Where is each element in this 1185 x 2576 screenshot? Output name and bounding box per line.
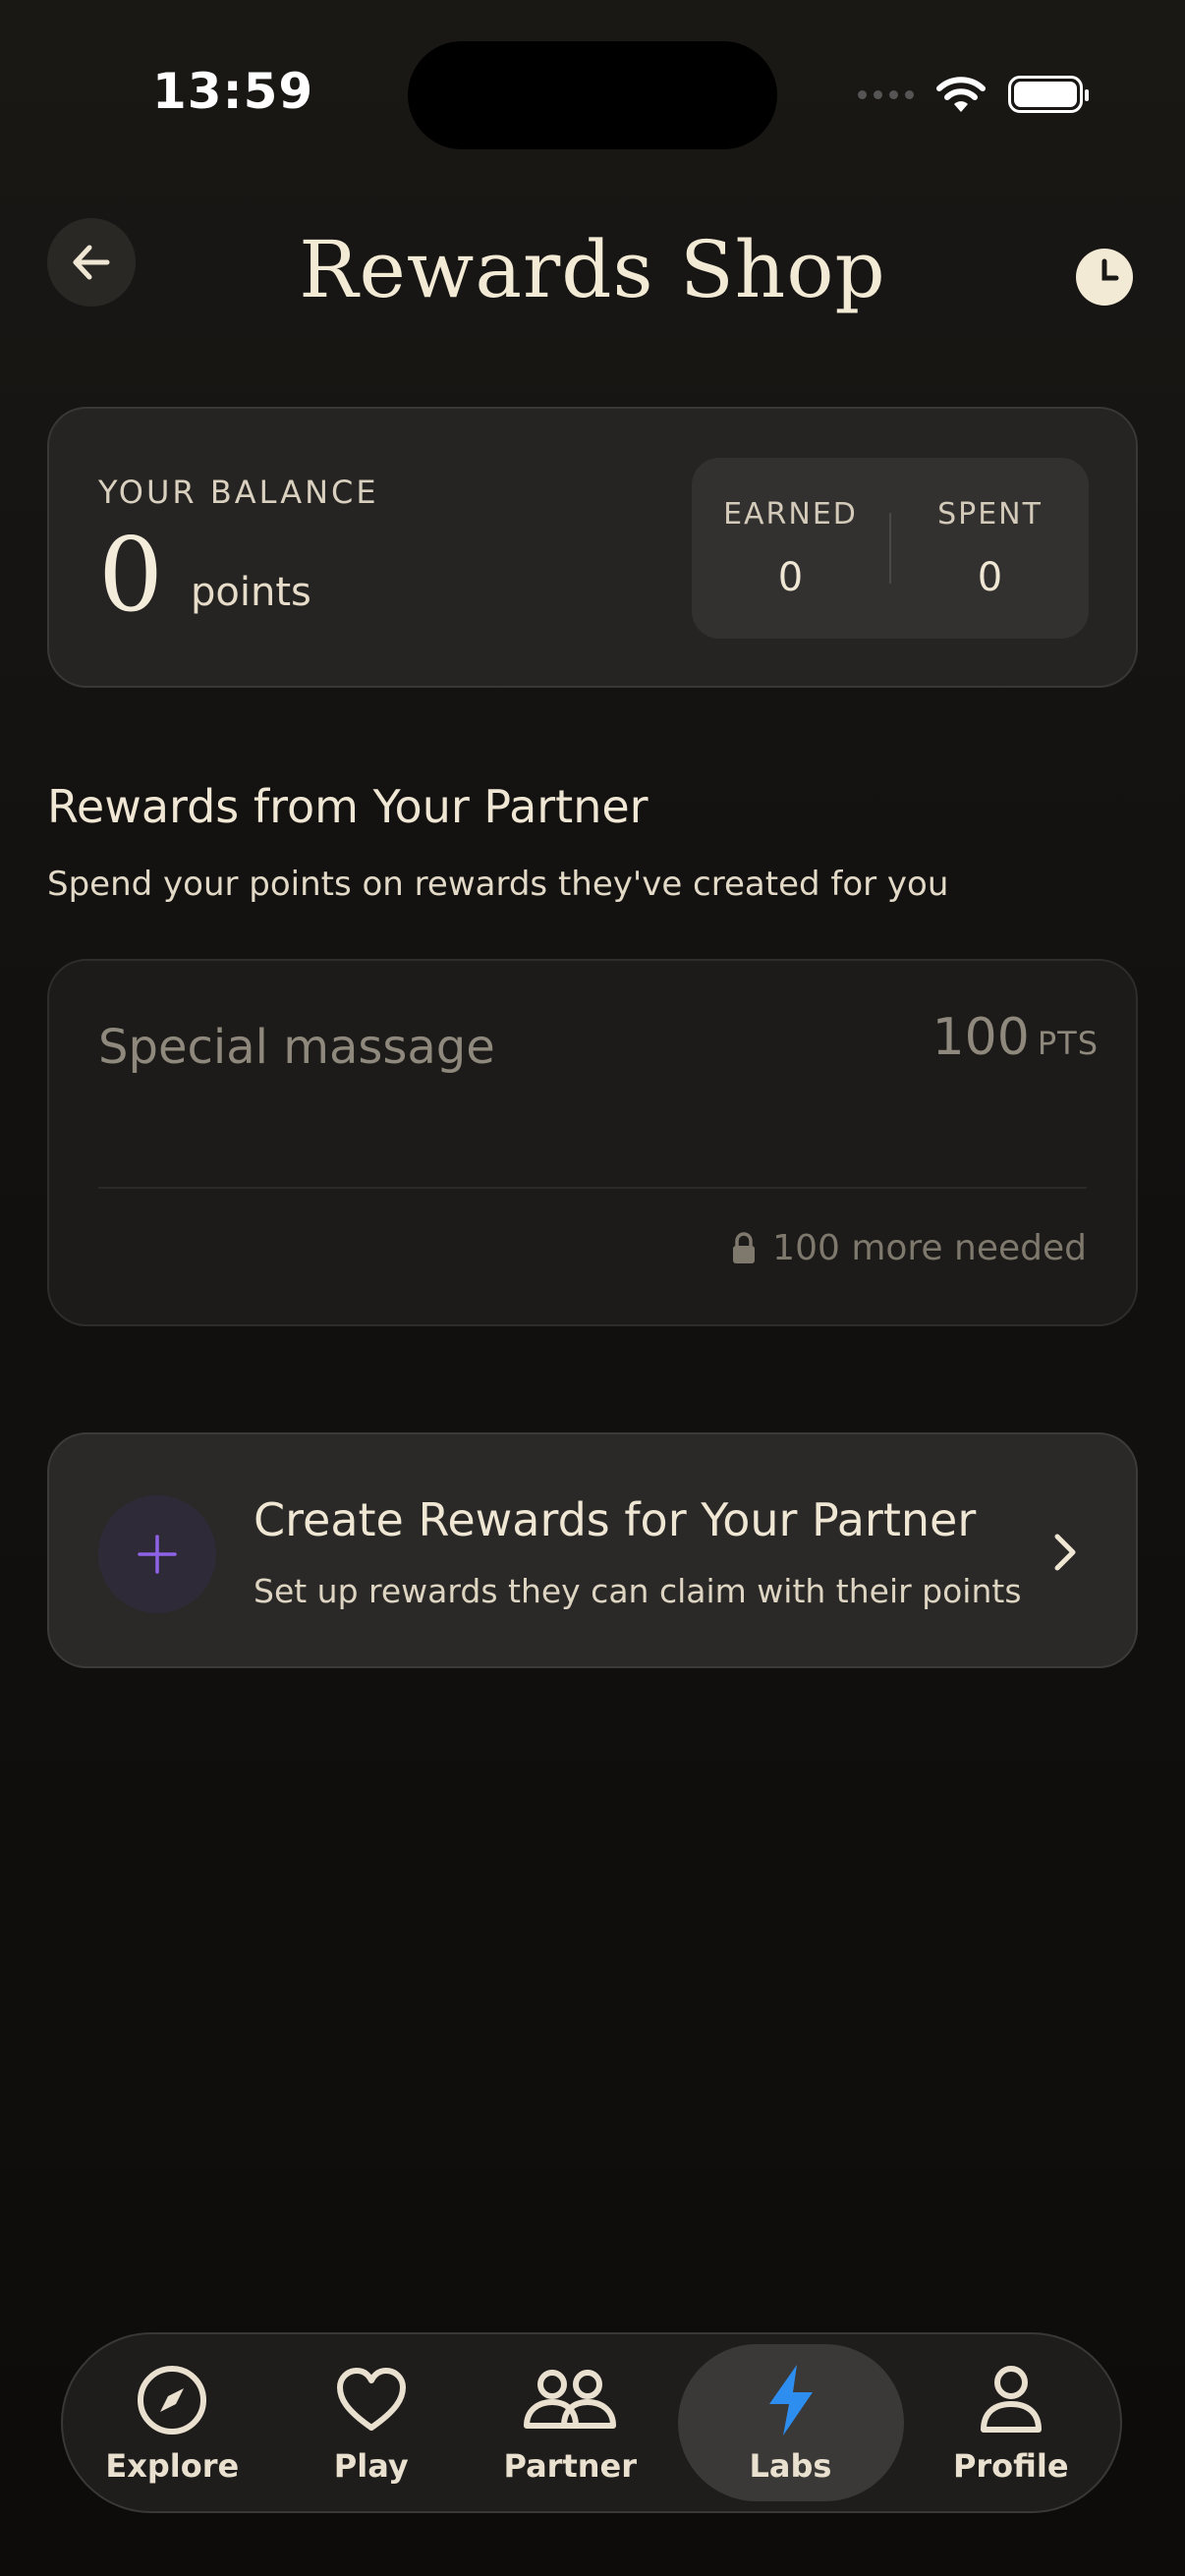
section-subtitle: Spend your points on rewards they've cre… — [47, 865, 949, 904]
cellular-signal-icon — [858, 89, 914, 99]
create-rewards-title: Create Rewards for Your Partner — [254, 1493, 977, 1546]
lightning-icon — [768, 2365, 813, 2436]
reward-card[interactable]: Special massage 100 PTS 100 more needed — [47, 959, 1138, 1326]
tab-label: Play — [333, 2447, 409, 2485]
balance-card: YOUR BALANCE 0 points EARNED 0 SPENT 0 — [47, 407, 1138, 688]
earned-value: 0 — [777, 554, 804, 600]
reward-status-text: 100 more needed — [772, 1228, 1087, 1268]
reward-points: 100 PTS — [932, 1008, 1099, 1067]
page-title: Rewards Shop — [299, 224, 886, 315]
chevron-right-icon — [1054, 1534, 1076, 1571]
lock-icon — [733, 1231, 756, 1263]
history-button[interactable] — [1075, 248, 1134, 307]
tab-label: Labs — [749, 2447, 832, 2485]
reward-status: 100 more needed — [731, 1228, 1087, 1268]
balance-stats: EARNED 0 SPENT 0 — [692, 458, 1089, 639]
wifi-icon — [936, 77, 986, 112]
tab-partner[interactable]: Partner — [471, 2344, 670, 2501]
spent-value: 0 — [977, 554, 1003, 600]
dynamic-island — [408, 41, 777, 149]
section-title: Rewards from Your Partner — [47, 780, 649, 833]
status-time: 13:59 — [152, 63, 314, 120]
compass-icon — [138, 2366, 207, 2435]
tab-profile[interactable]: Profile — [912, 2344, 1111, 2501]
balance-value: 0 — [98, 515, 164, 635]
balance-label: YOUR BALANCE — [98, 474, 379, 511]
plus-icon — [138, 1535, 177, 1574]
create-rewards-button[interactable]: Create Rewards for Your Partner Set up r… — [47, 1432, 1138, 1668]
screen: 13:59 Rewards Shop YOUR BALANCE 0 points… — [0, 0, 1185, 2576]
reward-points-unit: PTS — [1037, 1025, 1099, 1062]
plus-circle — [98, 1495, 216, 1613]
earned-label: EARNED — [723, 496, 858, 532]
status-icons — [858, 73, 1089, 116]
tab-label: Explore — [105, 2447, 240, 2485]
reward-points-value: 100 — [931, 1008, 1030, 1067]
reward-name: Special massage — [98, 1020, 495, 1075]
battery-icon — [1008, 76, 1089, 113]
tab-play[interactable]: Play — [272, 2344, 472, 2501]
spent-stat: SPENT 0 — [891, 497, 1089, 600]
tab-explore[interactable]: Explore — [73, 2344, 272, 2501]
create-rewards-subtitle: Set up rewards they can claim with their… — [254, 1572, 1022, 1610]
earned-stat: EARNED 0 — [692, 497, 889, 600]
reward-divider — [98, 1187, 1087, 1189]
spent-label: SPENT — [937, 496, 1043, 532]
person-icon — [980, 2366, 1042, 2433]
tab-bar: Explore Play Partner Labs Profile — [61, 2332, 1122, 2513]
balance-unit: points — [191, 570, 311, 615]
tab-label: Profile — [952, 2447, 1069, 2485]
clock-icon — [1076, 249, 1133, 306]
people-icon — [524, 2370, 617, 2429]
tab-label: Partner — [503, 2447, 638, 2485]
heart-icon — [336, 2368, 406, 2431]
tab-labs[interactable]: Labs — [677, 2344, 904, 2501]
